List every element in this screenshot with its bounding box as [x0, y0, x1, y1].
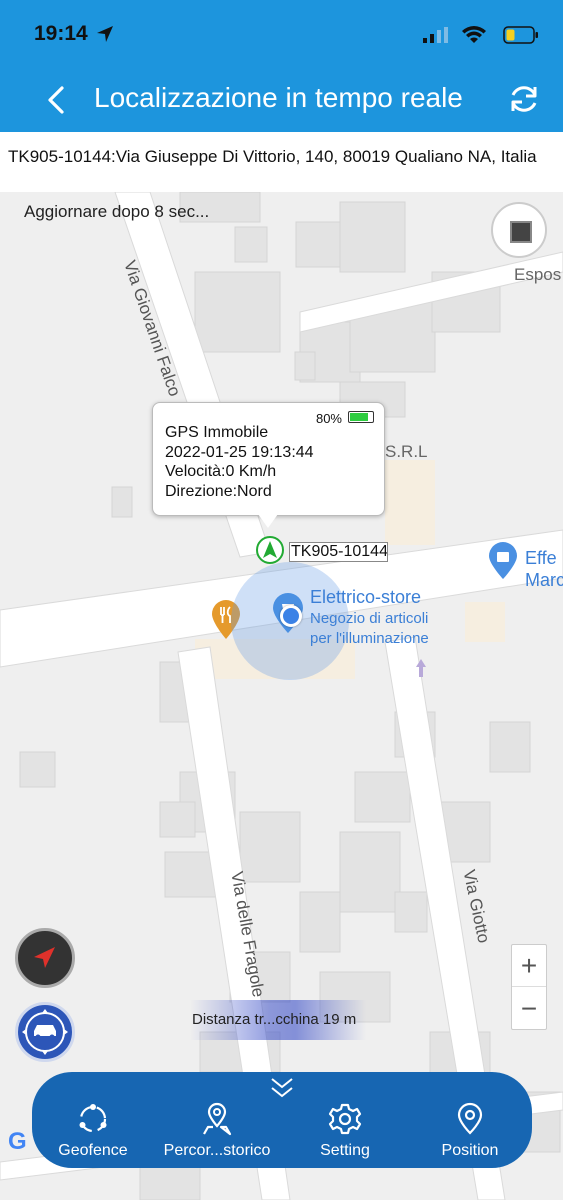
popup-tail — [258, 514, 278, 528]
cellular-signal-icon — [423, 27, 448, 43]
shop-pin-icon[interactable] — [487, 542, 519, 580]
gear-icon — [328, 1103, 362, 1135]
map-base — [0, 192, 563, 1200]
battery-percent: 80% — [315, 411, 342, 426]
setting-label: Setting — [320, 1142, 370, 1159]
geofence-icon — [79, 1104, 107, 1133]
app-header: 19:14 Localizzazione in tempo reale — [0, 0, 563, 132]
refresh-button[interactable] — [507, 82, 541, 116]
vehicle-info-popup: 80% GPS Immobile 2022-01-25 19:13:44 Vel… — [152, 402, 385, 516]
car-icon — [22, 1009, 68, 1055]
position-button[interactable]: Position — [424, 1102, 516, 1162]
compass-button[interactable] — [15, 928, 75, 988]
distance-info: Distanza tr...cchina 19 m — [190, 1000, 366, 1040]
vehicle-direction-icon — [263, 541, 277, 558]
update-countdown: Aggiornare dopo 8 sec... — [24, 202, 210, 221]
map-label-espos: Espos — [514, 265, 562, 284]
vehicle-speed: Velocità:0 Km/h — [165, 463, 277, 480]
map-view[interactable]: Aggiornare dopo 8 sec... Espos Via Giova… — [0, 192, 563, 1200]
collapse-chevron-icon[interactable] — [269, 1076, 295, 1100]
location-pin-icon — [457, 1102, 483, 1135]
navigation-arrow-icon — [34, 947, 55, 968]
setting-button[interactable]: Setting — [300, 1102, 390, 1162]
one-way-arrow-icon — [416, 659, 426, 677]
vehicle-marker[interactable] — [256, 536, 284, 564]
route-history-button[interactable]: Percor...storico — [152, 1102, 282, 1162]
status-time: 19:14 — [34, 22, 88, 45]
map-label-effe: Effe — [525, 548, 557, 568]
status-bar: 19:14 — [34, 22, 539, 50]
vehicle-label: TK905-10144 — [289, 542, 388, 562]
vehicle-battery-icon — [348, 411, 374, 423]
vehicle-direction: Direzione:Nord — [165, 482, 272, 500]
current-location-dot — [280, 605, 302, 627]
geofence-label: Geofence — [58, 1142, 128, 1159]
zoom-in-button[interactable]: + — [512, 945, 546, 987]
satellite-layer-icon — [510, 221, 532, 243]
route-history-icon — [203, 1102, 232, 1136]
address-text: TK905-10144:Via Giuseppe Di Vittorio, 14… — [0, 132, 563, 192]
poi-name[interactable]: Elettrico-store — [310, 587, 421, 607]
google-logo: G — [8, 1128, 27, 1155]
poi-subtitle: Negozio di articoli — [310, 610, 429, 627]
map-label-marc: Marc — [525, 570, 563, 590]
route-history-label: Percor...storico — [163, 1142, 271, 1159]
map-label-srl: S.R.L — [385, 442, 428, 461]
vehicle-status: GPS Immobile — [165, 424, 269, 441]
bottom-action-bar: Geofence Percor...storico Setting Positi… — [32, 1072, 532, 1168]
vehicle-datetime: 2022-01-25 19:13:44 — [165, 443, 314, 461]
navigation-bar: Localizzazione in tempo reale — [0, 78, 563, 122]
location-arrow-icon — [97, 26, 113, 42]
zoom-out-button[interactable]: − — [512, 988, 546, 1030]
center-vehicle-button[interactable] — [15, 1002, 75, 1062]
battery-icon — [503, 26, 538, 44]
page-title: Localizzazione in tempo reale — [94, 82, 463, 113]
battery-level-fill — [350, 413, 368, 421]
map-layer-button[interactable] — [491, 202, 547, 258]
poi-subtitle: per l'illuminazione — [310, 630, 429, 647]
zoom-controls: + − — [511, 944, 547, 1030]
geofence-button[interactable]: Geofence — [46, 1102, 140, 1162]
back-button[interactable] — [42, 84, 70, 116]
position-label: Position — [441, 1142, 499, 1159]
wifi-icon — [462, 26, 486, 43]
